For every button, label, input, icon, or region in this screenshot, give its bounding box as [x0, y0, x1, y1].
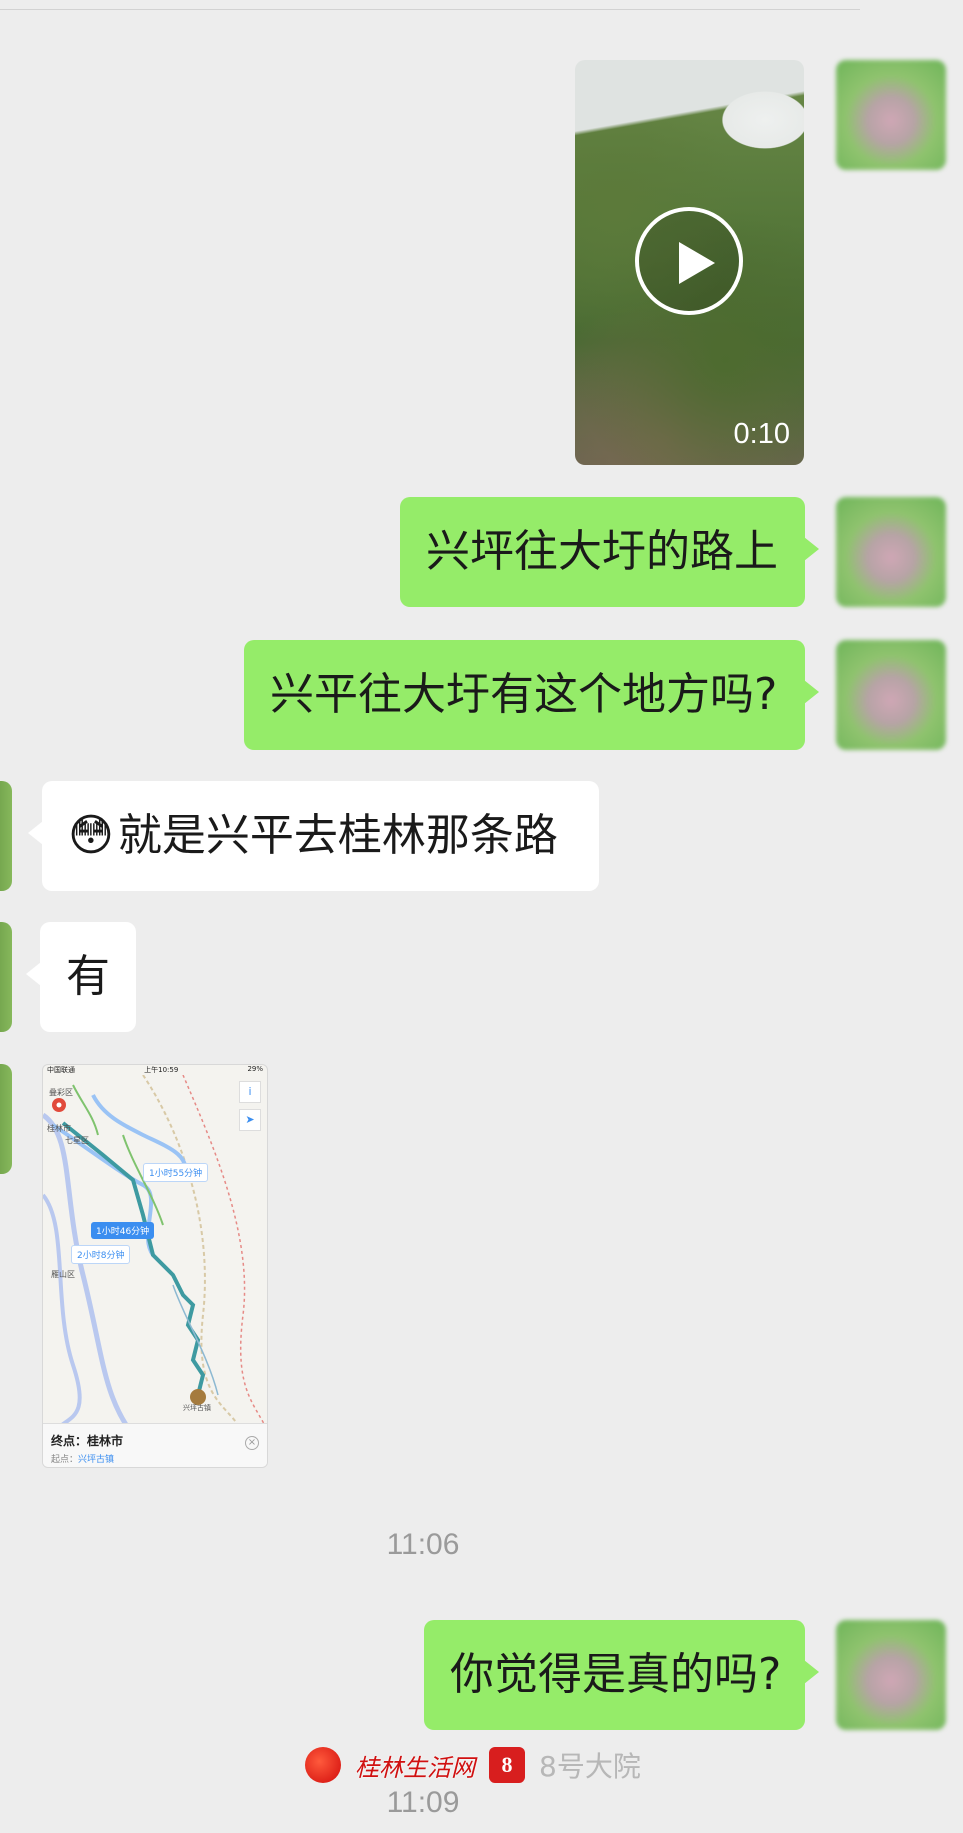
site-logo-icon [305, 1747, 341, 1783]
info-icon[interactable]: i [239, 1081, 261, 1103]
close-icon[interactable]: × [245, 1436, 259, 1450]
my-avatar[interactable] [836, 60, 946, 170]
message-text: 有 [66, 951, 110, 1002]
top-divider [0, 0, 860, 10]
route-tag[interactable]: 2小时8分钟 [71, 1245, 131, 1264]
message-bubble-sent[interactable]: 你觉得是真的吗? [424, 1620, 819, 1730]
video-message[interactable]: 0:10 [575, 60, 804, 465]
contact-avatar[interactable] [0, 781, 12, 891]
map-status-bar: 中国联通 上午10:59 29% [47, 1065, 263, 1074]
dayuan-logo-icon: 8 [489, 1747, 525, 1783]
route-tag-selected[interactable]: 1小时46分钟 [91, 1222, 155, 1239]
message-bubble-received[interactable]: 有 [26, 922, 136, 1032]
chat-timestamp: 11:06 [386, 1528, 460, 1561]
my-avatar[interactable] [836, 1620, 946, 1730]
map-footer: 终点：桂林市 起点：兴坪古镇 × [43, 1423, 267, 1467]
chat-timestamp: 11:09 [386, 1786, 460, 1819]
watermark-site: 桂林生活网 [355, 1753, 475, 1782]
my-avatar[interactable] [836, 497, 946, 607]
contact-avatar[interactable] [0, 1064, 12, 1174]
video-duration: 0:10 [733, 418, 790, 450]
contact-avatar[interactable] [0, 922, 12, 1032]
map-image-message[interactable]: 中国联通 上午10:59 29% 叠彩区 桂林市 七星区 雁山区 兴坪古镇 1小… [42, 1064, 268, 1468]
play-icon[interactable] [635, 207, 743, 315]
my-avatar[interactable] [836, 640, 946, 750]
watermark: 桂林生活网 8 8号大院 [305, 1740, 665, 1790]
route-tag[interactable]: 1小时55分钟 [143, 1163, 209, 1182]
message-text: 就是兴平去桂林那条路 [117, 810, 558, 861]
message-bubble-received[interactable]: 😳 就是兴平去桂林那条路 [28, 781, 599, 891]
message-bubble-sent[interactable]: 兴坪往大圩的路上 [400, 497, 819, 607]
message-bubble-sent[interactable]: 兴平往大圩有这个地方吗? [244, 640, 819, 750]
location-arrow-icon[interactable]: ➤ [239, 1109, 261, 1131]
watermark-site2: 8号大院 [539, 1750, 641, 1783]
message-text: 你觉得是真的吗? [450, 1649, 782, 1700]
message-text: 兴坪往大圩的路上 [426, 526, 778, 577]
message-text: 兴平往大圩有这个地方吗? [270, 669, 778, 720]
flushed-face-emoji-icon: 😳 [68, 810, 114, 861]
